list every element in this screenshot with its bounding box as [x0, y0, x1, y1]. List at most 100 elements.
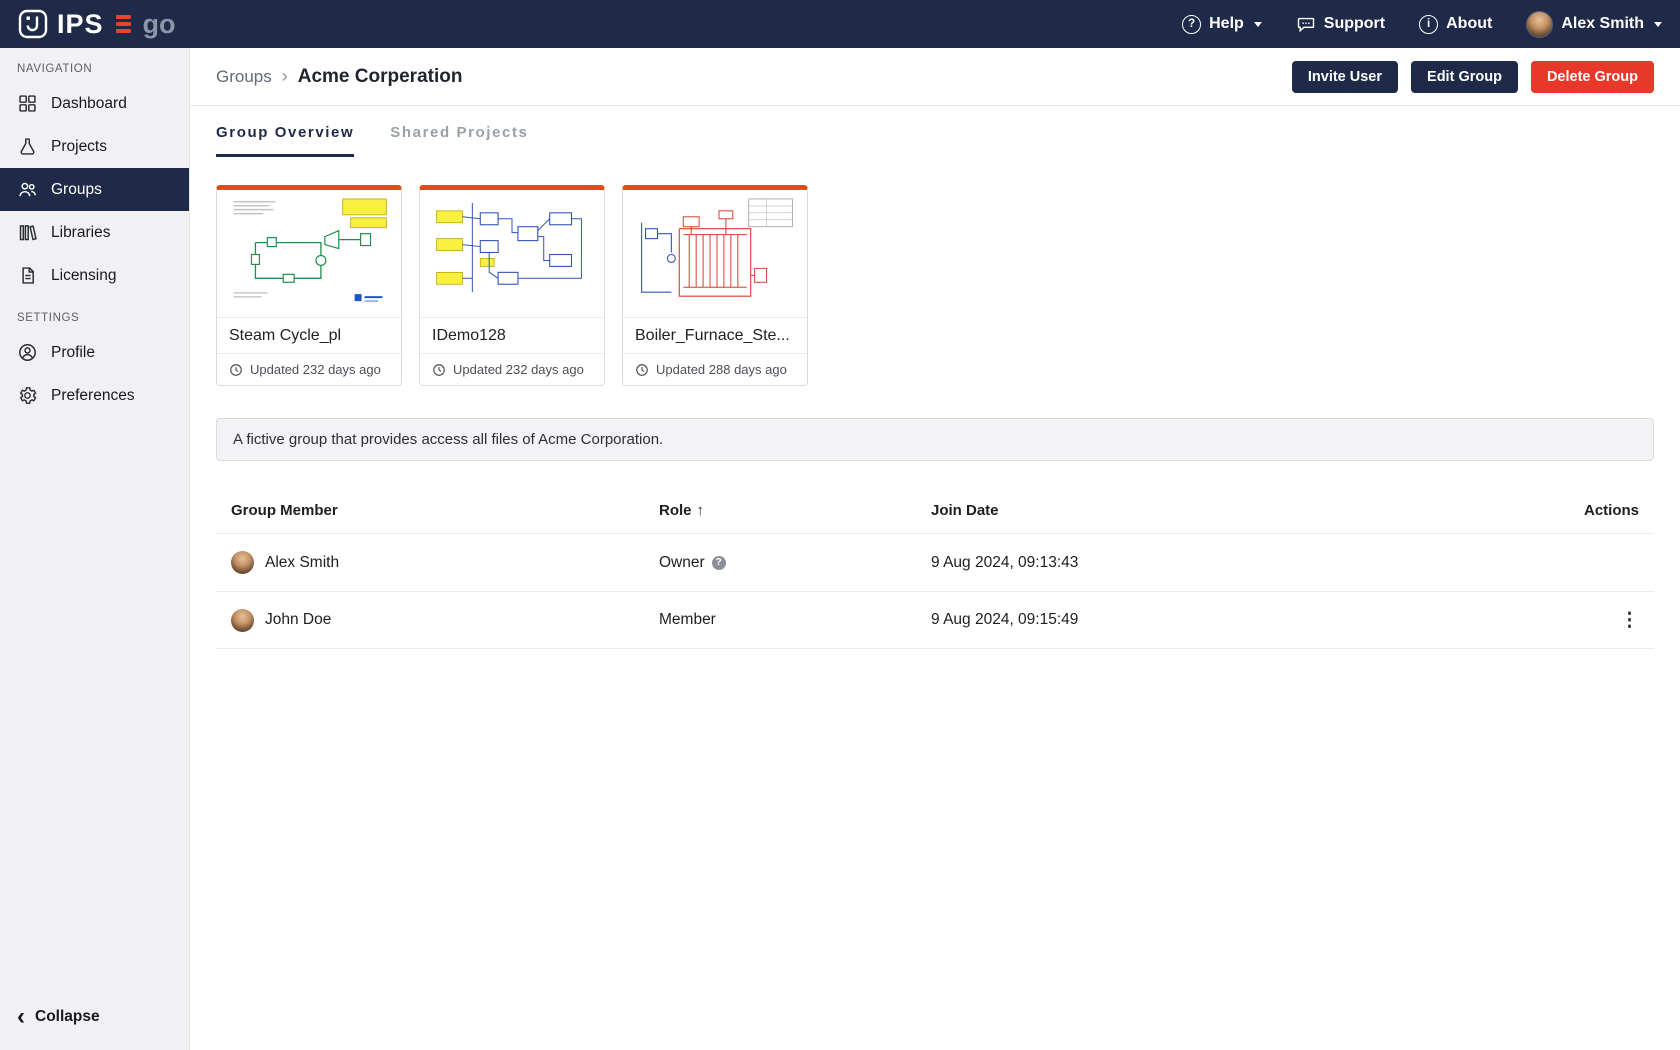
invite-user-button[interactable]: Invite User: [1292, 61, 1398, 93]
member-cell: Alex Smith: [231, 551, 659, 574]
clock-icon: [229, 363, 243, 377]
user-menu[interactable]: Alex Smith: [1526, 11, 1662, 38]
role-cell: Owner ?: [659, 554, 931, 572]
sidebar-item-label: Profile: [51, 344, 95, 362]
brand-text-go: go: [143, 9, 176, 40]
member-name: John Doe: [265, 611, 331, 629]
chevron-left-icon: ‹: [17, 1010, 25, 1024]
project-card-title: Boiler_Furnace_Ste...: [623, 318, 807, 354]
project-card-updated: Updated 288 days ago: [623, 354, 807, 385]
clock-icon: [635, 363, 649, 377]
row-actions-kebab-icon[interactable]: ⋮: [1620, 610, 1639, 631]
sidebar-item-label: Preferences: [51, 387, 135, 405]
topbar-menu: ? Help Support i About Alex Smith: [1182, 11, 1662, 38]
projects-flask-icon: [17, 136, 38, 157]
preferences-gear-icon: [17, 385, 38, 406]
project-card-idemo128[interactable]: IDemo128 Updated 232 days ago: [419, 185, 605, 386]
edit-group-button[interactable]: Edit Group: [1411, 61, 1518, 93]
member-name: Alex Smith: [265, 554, 339, 572]
sidebar-item-projects[interactable]: Projects: [0, 125, 189, 168]
support-menu[interactable]: Support: [1296, 14, 1385, 34]
sidebar-item-label: Groups: [51, 181, 102, 199]
page-header: Groups › Acme Corperation Invite User Ed…: [190, 48, 1680, 106]
help-label: Help: [1209, 15, 1244, 33]
user-avatar: [1526, 11, 1553, 38]
logo-icon: [18, 9, 48, 39]
clock-icon: [432, 363, 446, 377]
breadcrumb-current-page: Acme Corperation: [298, 66, 463, 88]
table-row-john-doe: John Doe Member 9 Aug 2024, 09:15:49 ⋮: [216, 591, 1654, 649]
support-label: Support: [1324, 15, 1385, 33]
project-card-updated: Updated 232 days ago: [420, 354, 604, 385]
sidebar-item-label: Projects: [51, 138, 107, 156]
sidebar-item-label: Libraries: [51, 224, 110, 242]
breadcrumb-groups-link[interactable]: Groups: [216, 67, 272, 87]
tab-group-overview[interactable]: Group Overview: [216, 124, 354, 157]
table-row-alex-smith: Alex Smith Owner ? 9 Aug 2024, 09:13:43: [216, 533, 1654, 591]
sidebar-item-libraries[interactable]: Libraries: [0, 211, 189, 254]
member-cell: John Doe: [231, 609, 659, 632]
join-date: 9 Aug 2024, 09:15:49: [931, 611, 1575, 629]
column-header-group-member[interactable]: Group Member: [231, 502, 659, 519]
help-icon: ?: [1182, 15, 1201, 34]
info-icon: i: [1419, 15, 1438, 34]
groups-people-icon: [17, 179, 38, 200]
collapse-label: Collapse: [35, 1008, 100, 1026]
licensing-document-icon: [17, 265, 38, 286]
sidebar-item-dashboard[interactable]: Dashboard: [0, 82, 189, 125]
updated-label: Updated 288 days ago: [656, 362, 787, 377]
members-table-header: Group Member Role↑ Join Date Actions: [216, 487, 1654, 533]
sidebar-item-preferences[interactable]: Preferences: [0, 374, 189, 417]
nav-section-label: NAVIGATION: [0, 48, 189, 82]
member-avatar: [231, 551, 254, 574]
join-date: 9 Aug 2024, 09:13:43: [931, 554, 1575, 572]
sidebar-item-label: Dashboard: [51, 95, 127, 113]
project-card-title: IDemo128: [420, 318, 604, 354]
breadcrumb-separator-icon: ›: [282, 66, 288, 87]
topbar: IPS go ? Help Support i About Alex Smith: [0, 0, 1680, 48]
owner-help-icon[interactable]: ?: [712, 556, 726, 570]
header-actions: Invite User Edit Group Delete Group: [1292, 61, 1654, 93]
role-label: Owner: [659, 554, 705, 572]
main-content: Groups › Acme Corperation Invite User Ed…: [190, 48, 1680, 1050]
tab-shared-projects[interactable]: Shared Projects: [390, 124, 528, 157]
project-card-updated: Updated 232 days ago: [217, 354, 401, 385]
idemo128-thumbnail: [420, 190, 604, 318]
sidebar-item-profile[interactable]: Profile: [0, 331, 189, 374]
members-table: Group Member Role↑ Join Date Actions Ale…: [216, 487, 1654, 649]
project-card-steam-cycle[interactable]: Steam Cycle_pl Updated 232 days ago: [216, 185, 402, 386]
about-menu[interactable]: i About: [1419, 15, 1492, 34]
updated-label: Updated 232 days ago: [453, 362, 584, 377]
brand-text-ips: IPS: [57, 9, 104, 40]
delete-group-button[interactable]: Delete Group: [1531, 61, 1654, 93]
brand-bars-icon: [116, 15, 131, 33]
chevron-down-icon: [1254, 22, 1262, 27]
chevron-down-icon: [1654, 22, 1662, 27]
role-label: Member: [659, 611, 716, 629]
sidebar-item-licensing[interactable]: Licensing: [0, 254, 189, 297]
sidebar-item-groups[interactable]: Groups: [0, 168, 189, 211]
sidebar: NAVIGATION Dashboard Projects Group: [0, 48, 190, 1050]
about-label: About: [1446, 15, 1492, 33]
sidebar-collapse-button[interactable]: ‹ Collapse: [0, 998, 189, 1036]
libraries-books-icon: [17, 222, 38, 243]
column-header-join-date[interactable]: Join Date: [931, 502, 1575, 519]
project-card-boiler-furnace[interactable]: Boiler_Furnace_Ste... Updated 288 days a…: [622, 185, 808, 386]
support-chat-icon: [1296, 14, 1316, 34]
dashboard-grid-icon: [17, 93, 38, 114]
user-name: Alex Smith: [1561, 15, 1644, 33]
tab-bar: Group Overview Shared Projects: [190, 124, 1680, 157]
app-logo[interactable]: IPS go: [18, 9, 176, 40]
column-header-role[interactable]: Role↑: [659, 502, 931, 519]
updated-label: Updated 232 days ago: [250, 362, 381, 377]
member-avatar: [231, 609, 254, 632]
steam-cycle-thumbnail: [217, 190, 401, 318]
column-header-actions: Actions: [1575, 502, 1639, 519]
help-menu[interactable]: ? Help: [1182, 15, 1262, 34]
settings-section-label: SETTINGS: [0, 297, 189, 331]
project-cards: Steam Cycle_pl Updated 232 days ago: [190, 157, 1680, 386]
profile-person-icon: [17, 342, 38, 363]
group-description: A fictive group that provides access all…: [216, 418, 1654, 461]
sidebar-item-label: Licensing: [51, 267, 117, 285]
role-cell: Member: [659, 611, 931, 629]
